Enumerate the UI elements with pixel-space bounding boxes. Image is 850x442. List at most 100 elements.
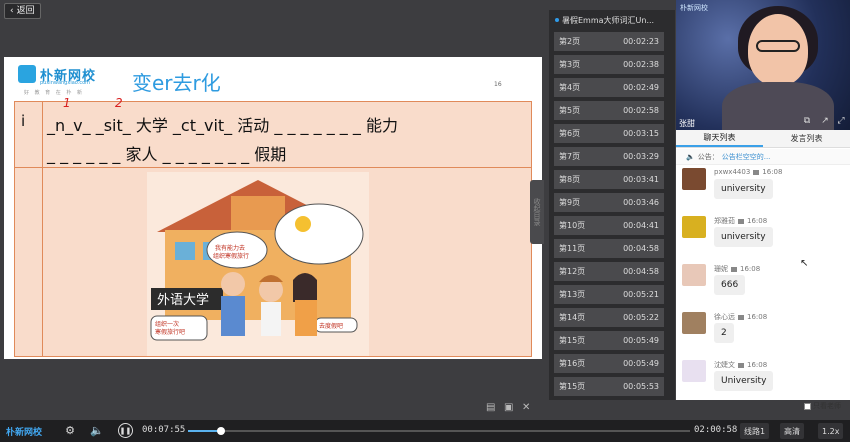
device-icon [731,266,737,272]
only-teacher-checkbox[interactable] [804,402,811,410]
progress-knob[interactable] [217,427,226,435]
device-icon [753,169,760,175]
chat-bubble: 666 [714,275,746,295]
notice-bar: 🔈 公告： 公告栏空空的... [676,149,850,165]
page-label: 第10页 [559,221,586,230]
page-list-item[interactable]: 第6页 00:03:15 [554,124,664,143]
chat-time: 16:08 [747,217,768,225]
chat-meta: pxwx4403 16:08 [714,168,782,176]
school-cartoon-icon: 外语大学 我有能力去 组织寒假旅行 组织一次 寒假旅行吧 去度假吧 [147,172,369,356]
speed-button[interactable]: 1.2x [818,423,844,439]
page-time: 00:02:49 [623,83,659,92]
chat-meta: 珊妮 16:08 [714,264,760,274]
vocab-line-1: _n_v_ _sit_ 大学 _ct_vit_ 活动 _ _ _ _ _ _ _… [47,116,398,135]
page-label: 第9页 [559,198,581,207]
expand-icon[interactable]: ↗ [820,116,830,126]
svg-text:组织寒假旅行: 组织寒假旅行 [213,252,249,260]
picture-icon[interactable]: ▣ [504,403,514,413]
logo-slogan: 好 教 育 在 朴 新 [24,90,84,96]
fullscreen-icon[interactable]: ⤢ [836,116,846,126]
avatar[interactable] [682,216,706,238]
page-list-item[interactable]: 第14页 00:05:22 [554,308,664,327]
volume-icon[interactable]: 🔈 [90,425,104,437]
avatar[interactable] [682,360,706,382]
tab-speech-list[interactable]: 发言列表 [763,130,850,147]
course-title: 暑假Emma大师词汇Un... [555,13,671,27]
total-time: 02:00:58 [694,425,738,435]
chat-message: 沈婕文 16:08 University [682,360,842,400]
chat-time: 16:08 [762,168,783,176]
svg-text:去度假吧: 去度假吧 [319,322,343,330]
table-row: i _n_v_ _sit_ 大学 _ct_vit_ 活动 _ _ _ _ _ _… [15,96,531,168]
page-list-item[interactable]: 第12页 00:04:58 [554,262,664,281]
logo-url: puxinwangxiao.com [40,80,91,86]
page-list-item[interactable]: 第9页 00:03:46 [554,193,664,212]
page-label: 第13页 [559,290,586,299]
back-button[interactable]: ‹ 返回 [4,3,41,19]
chat-meta: 徐心远 16:08 [714,312,767,322]
slide-logo: 朴新网校 puxinwangxiao.com 好 教 育 在 朴 新 [18,65,104,96]
page-time: 00:05:21 [623,290,659,299]
page-time: 00:04:58 [623,244,659,253]
only-teacher-label: 只看老师 [813,402,841,410]
page-label: 第4页 [559,83,581,92]
slide-title: 变er去r化 [132,71,221,95]
page-list-item[interactable]: 第8页 00:03:41 [554,170,664,189]
page-label: 第11页 [559,244,586,253]
chat-username: 沈婕文 [714,361,735,369]
page-list-item[interactable]: 第10页 00:04:41 [554,216,664,235]
notice-text[interactable]: 公告栏空空的... [722,152,771,162]
avatar[interactable] [682,264,706,286]
teacher-name: 张甜 [679,119,695,128]
page-list-item[interactable]: 第3页 00:02:38 [554,55,664,74]
progress-track[interactable] [188,427,690,435]
notice-label: 公告： [697,152,719,161]
page-label: 第15页 [559,336,586,345]
page-list-item[interactable]: 第7页 00:03:29 [554,147,664,166]
quality-button[interactable]: 高清 [780,423,804,439]
svg-text:寒假旅行吧: 寒假旅行吧 [155,328,185,336]
page-time: 00:05:53 [623,382,659,391]
tab-chat-list[interactable]: 聊天列表 [676,130,763,147]
course-slide: 朴新网校 puxinwangxiao.com 好 教 育 在 朴 新 变er去r… [4,57,542,359]
avatar[interactable] [682,168,706,190]
page-label: 第15页 [559,382,586,391]
page-time: 00:02:23 [623,37,659,46]
page-list-item[interactable]: 第11页 00:04:58 [554,239,664,258]
annotation-mark-icon: 1 [63,96,71,110]
chat-bubble: University [714,371,774,391]
app-root: ‹ 返回 朴新网校 puxinwangxiao.com 好 教 育 在 朴 新 … [0,0,850,442]
svg-text:我有能力去: 我有能力去 [215,244,245,252]
vocab-line-2: _ _ _ _ _ _ 家人 _ _ _ _ _ _ _ 假期 [47,145,287,164]
page-label: 第14页 [559,313,586,322]
page-list-item[interactable]: 第13页 00:05:21 [554,285,664,304]
page-list-item[interactable]: 第16页 00:05:49 [554,354,664,373]
line-select-button[interactable]: 线路1 [740,423,770,439]
megaphone-icon: 🔈 [686,152,695,161]
chat-time: 16:08 [747,313,768,321]
popout-icon[interactable]: ⧉ [802,116,812,126]
chat-username: pxwx4403 [714,168,751,176]
current-dot-icon [555,18,559,22]
page-time: 00:04:58 [623,267,659,276]
page-list-item[interactable]: 第4页 00:02:49 [554,78,664,97]
collapse-pagelist-tab[interactable]: 收起目录 [530,180,544,244]
page-label: 第16页 [559,359,586,368]
settings-icon[interactable]: ⚙ [64,425,76,437]
page-list-item[interactable]: 第5页 00:02:58 [554,101,664,120]
vocab-table: i _n_v_ _sit_ 大学 _ct_vit_ 活动 _ _ _ _ _ _… [14,96,532,357]
only-teacher-toggle[interactable]: 只看老师 [804,401,841,411]
pause-button[interactable]: ❚❚ [118,423,133,438]
svg-text:组织一次: 组织一次 [155,320,179,328]
layout-icon[interactable]: ▤ [486,403,496,413]
page-list-item[interactable]: 第15页 00:05:53 [554,377,664,396]
chat-meta: 沈婕文 16:08 [714,360,767,370]
close-icon[interactable]: ✕ [522,403,532,413]
page-list-item[interactable]: 第15页 00:05:49 [554,331,664,350]
avatar[interactable] [682,312,706,334]
device-icon [738,314,744,320]
slide-tools: ▤ ▣ ✕ [486,403,532,413]
page-list-item[interactable]: 第2页 00:02:23 [554,32,664,51]
page-time: 00:03:29 [623,152,659,161]
chat-tabs: 聊天列表 发言列表 [676,130,850,148]
